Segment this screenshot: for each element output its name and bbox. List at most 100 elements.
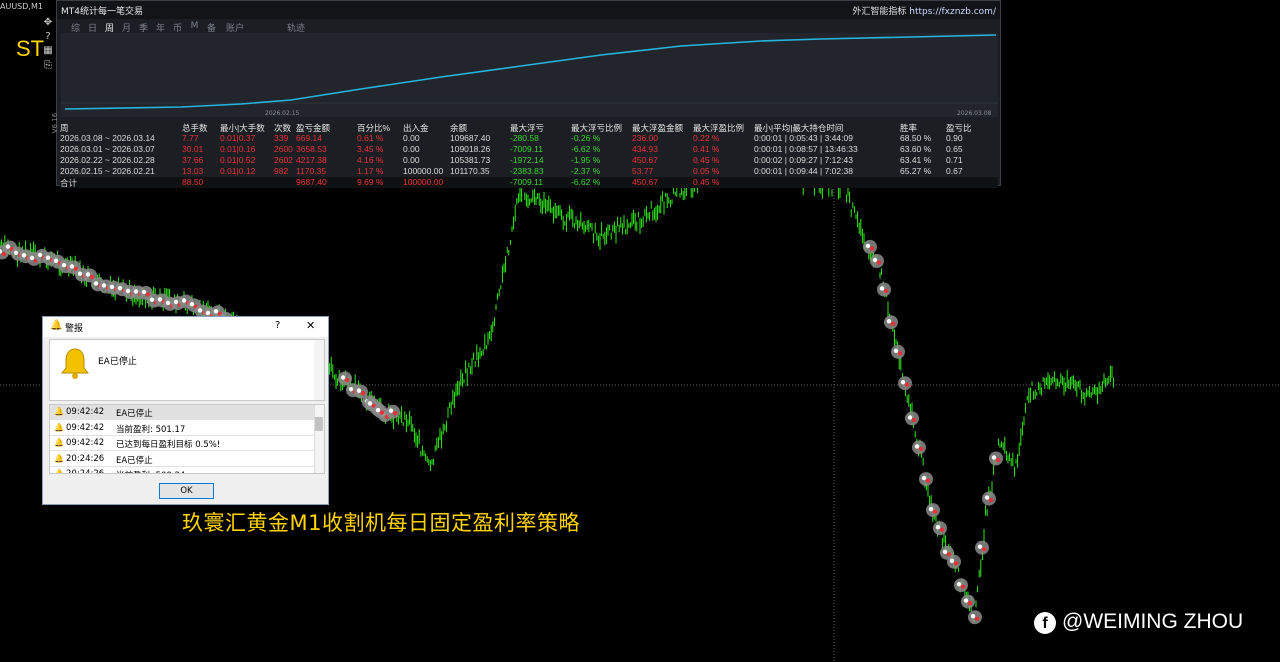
stats-cell: 0.90 — [946, 133, 963, 143]
stats-cell: 450.67 — [632, 177, 658, 187]
trade-exit-dot — [939, 527, 945, 532]
stats-cell: 2026.03.01 ~ 2026.03.07 — [60, 144, 155, 154]
trade-entry-dot — [213, 309, 219, 314]
trade-entry-dot — [109, 284, 115, 290]
panel-header: MT4统计每一笔交易 外汇智能指标 https://fxznzb.com/ — [57, 1, 1000, 19]
trade-entry-dot — [942, 549, 948, 554]
trade-exit-dot — [995, 457, 1001, 463]
trade-entry-dot — [388, 408, 394, 413]
dialog-titlebar[interactable]: 🔔 警报 ? ✕ — [43, 317, 328, 337]
equity-line — [64, 34, 997, 110]
trade-entry-dot — [165, 300, 171, 306]
stats-cell: -6.62 % — [571, 177, 601, 187]
stats-cell: 0:00:02 | 0:09:27 | 7:12:43 — [754, 155, 853, 165]
trade-entry-dot — [101, 283, 107, 288]
stats-row: 2026.02.22 ~ 2026.02.28 37.66 0.01|0.52 260… — [60, 155, 998, 166]
stats-cell: -0.26 % — [571, 133, 601, 143]
trade-exit-dot — [897, 351, 903, 356]
log-bell-icon: 🔔 — [54, 422, 64, 432]
snapshot-icon[interactable]: ⎘ — [42, 60, 54, 72]
stats-cell: 0.45 % — [693, 155, 720, 165]
stats-row: 2026.03.08 ~ 2026.03.14 7.77 0.01|0.37 339 6… — [60, 133, 998, 144]
trade-halo — [982, 491, 996, 506]
trade-halo — [961, 594, 975, 609]
trade-entry-dot — [991, 455, 997, 460]
move-icon[interactable]: ✥ — [42, 17, 54, 29]
brand-name: 外汇智能指标 — [852, 7, 907, 17]
trade-entry-dot — [21, 253, 27, 258]
stats-cell: 2026.02.15 ~ 2026.02.21 — [60, 166, 155, 176]
grid-icon[interactable]: ▦ — [42, 45, 54, 57]
alert-log[interactable]: 🔔20:24:26当前盈利: 500.24🔔20:24:26EA已停止🔔09:4… — [49, 404, 325, 474]
trade-exit-dot — [918, 446, 924, 452]
trade-halo — [373, 404, 387, 419]
bell-icon: 🔔 — [50, 320, 63, 331]
stats-cell: 2600 — [274, 144, 293, 154]
trade-exit-dot — [392, 411, 398, 416]
stats-cell: 450.67 — [632, 155, 658, 165]
brand-link[interactable]: 外汇智能指标 https://fxznzb.com/ — [852, 4, 996, 17]
log-row[interactable]: 🔔 09:42:42 当前盈利: 501.17 — [50, 421, 316, 436]
trade-halo — [905, 411, 919, 426]
trade-entry-dot — [970, 614, 976, 619]
stats-cell: 30.01 — [182, 144, 204, 154]
trade-halo — [912, 440, 926, 455]
stats-cell: 2026.02.22 ~ 2026.02.28 — [60, 155, 155, 165]
stats-cell: 53.77 — [632, 166, 654, 176]
trade-entry-dot — [45, 255, 51, 260]
trade-halo — [926, 503, 940, 518]
stats-cell: 88.50 — [182, 177, 204, 187]
log-scrollbar[interactable] — [314, 405, 324, 473]
trade-entry-dot — [77, 271, 83, 276]
stats-cell: 合计 — [60, 178, 78, 188]
trade-entry-dot — [141, 289, 147, 295]
trade-entry-dot — [356, 388, 362, 393]
stats-cell: 109687.40 — [450, 133, 491, 143]
help-button[interactable]: ? — [275, 320, 280, 331]
trade-entry-dot — [29, 255, 35, 261]
stats-cell: 105381.73 — [450, 155, 491, 165]
equity-date-end: 2026.03.08 — [957, 110, 992, 117]
stats-cell: 0.00 — [403, 144, 420, 154]
trade-entry-dot — [928, 506, 934, 512]
trade-exit-dot — [974, 616, 980, 621]
stats-cell: -7009.11 — [510, 177, 543, 187]
trade-exit-dot — [911, 417, 917, 423]
trade-exit-dot — [988, 497, 994, 503]
log-row[interactable]: 🔔 20:24:26 EA已停止 — [50, 452, 316, 467]
trade-entry-dot — [963, 598, 969, 603]
trade-exit-dot — [869, 246, 875, 251]
trade-entry-dot — [949, 558, 955, 563]
log-text: 已达到每日盈利目标 0.5%! — [116, 440, 221, 450]
log-row[interactable]: 🔔20:24:26 当前盈利: 500.24 — [50, 467, 316, 474]
alert-bell-icon — [60, 348, 90, 379]
log-scroll-thumb[interactable] — [315, 417, 323, 431]
trade-exit-dot — [981, 547, 987, 552]
log-bell-icon: 🔔 — [54, 469, 64, 474]
trade-exit-dot — [925, 478, 931, 483]
message-area: EA已停止 — [49, 339, 325, 401]
stats-cell: 0.00 — [403, 133, 420, 143]
stats-cell: 4217.38 — [296, 155, 327, 165]
help-icon[interactable]: ? — [42, 31, 54, 43]
trade-entry-dot — [5, 244, 11, 249]
stats-cell: 63.41 % — [900, 155, 932, 165]
brand-url[interactable]: https://fxznzb.com/ — [909, 7, 996, 17]
close-button[interactable]: ✕ — [306, 319, 315, 332]
stats-cell: 68.50 % — [900, 133, 932, 143]
log-row[interactable]: 🔔 09:42:42 已达到每日盈利目标 0.5%! — [50, 436, 316, 451]
stats-cell: 100000.00 — [403, 177, 444, 187]
trade-halo — [947, 554, 961, 569]
log-row[interactable]: 🔔 09:42:42 EA已停止 — [50, 405, 316, 420]
stats-cell: 37.66 — [182, 155, 204, 165]
stats-cell: 0.22 % — [693, 133, 720, 143]
trade-halo — [386, 404, 400, 419]
stats-cell: 339 — [274, 133, 289, 143]
stats-cell: 669.14 — [296, 133, 322, 143]
trade-halo — [870, 254, 884, 268]
message-scrollbar[interactable] — [314, 340, 324, 400]
stats-cell: 4.16 % — [357, 155, 384, 165]
trade-exit-dot — [967, 600, 973, 606]
ok-button[interactable]: OK — [159, 483, 214, 499]
trade-entry-dot — [900, 380, 906, 385]
